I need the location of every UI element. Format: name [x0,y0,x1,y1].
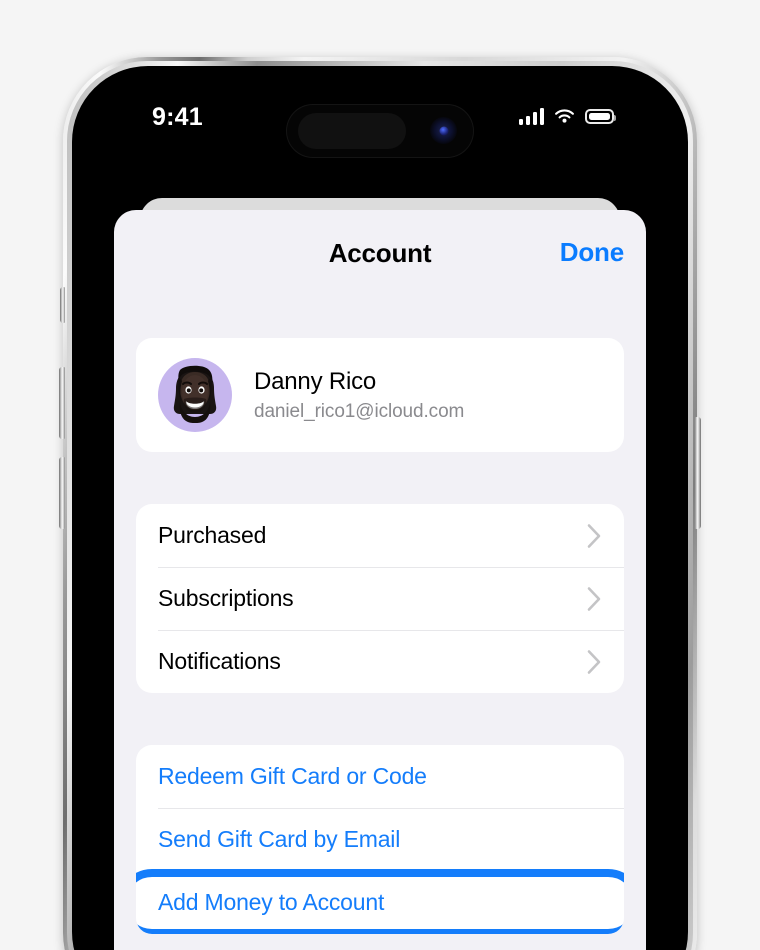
status-bar-indicators [518,108,617,125]
screenshot-stage: 9:41 Account Done Danny Rico daniel_rico… [0,0,760,950]
device-screen: 9:41 Account Done Danny Rico daniel_rico… [92,86,668,950]
menu-row-subscriptions[interactable]: Subscriptions [136,567,624,630]
wifi-icon [555,109,574,123]
menu-row-label: Subscriptions [158,585,294,611]
dynamic-island-pill [298,113,406,149]
action-row-add-money[interactable]: Add Money to Account [136,868,624,934]
volume-down-button[interactable] [59,457,65,529]
profile-card[interactable]: Danny Rico daniel_rico1@icloud.com [136,338,624,452]
chevron-right-icon [587,586,602,611]
action-button[interactable] [60,287,65,323]
menu-row-purchased[interactable]: Purchased [136,504,624,567]
action-row-label: Add Money to Account [158,889,385,915]
status-bar-time: 9:41 [152,103,203,131]
device-bezel: 9:41 Account Done Danny Rico daniel_rico… [72,66,688,950]
account-menu-card: Purchased Subscriptions Notifications [136,504,624,693]
profile-text: Danny Rico daniel_rico1@icloud.com [254,368,464,423]
action-row-label: Send Gift Card by Email [158,826,401,852]
action-row-label: Redeem Gift Card or Code [158,763,427,789]
memoji-avatar [158,358,232,432]
cellular-signal-icon [518,108,544,125]
action-row-send-gift-card[interactable]: Send Gift Card by Email [136,808,624,871]
chevron-right-icon [587,649,602,674]
iphone-device-frame: 9:41 Account Done Danny Rico daniel_rico… [59,57,701,950]
dynamic-island [286,104,474,158]
menu-row-label: Purchased [158,522,267,548]
power-button[interactable] [695,417,701,529]
gift-card-actions-card: Redeem Gift Card or Code Send Gift Card … [136,745,624,934]
action-row-redeem-gift-card[interactable]: Redeem Gift Card or Code [136,745,624,808]
done-button[interactable]: Done [560,237,624,268]
battery-icon [585,109,617,124]
profile-row[interactable]: Danny Rico daniel_rico1@icloud.com [136,338,624,452]
menu-row-notifications[interactable]: Notifications [136,630,624,693]
front-camera-icon [430,117,457,144]
account-sheet: Account Done Danny Rico daniel_rico1@icl… [114,210,646,950]
menu-row-label: Notifications [158,648,281,674]
sheet-header: Account Done [114,210,646,302]
profile-name: Danny Rico [254,367,377,395]
profile-email: daniel_rico1@icloud.com [254,400,465,422]
volume-up-button[interactable] [59,367,65,439]
chevron-right-icon [587,523,602,548]
